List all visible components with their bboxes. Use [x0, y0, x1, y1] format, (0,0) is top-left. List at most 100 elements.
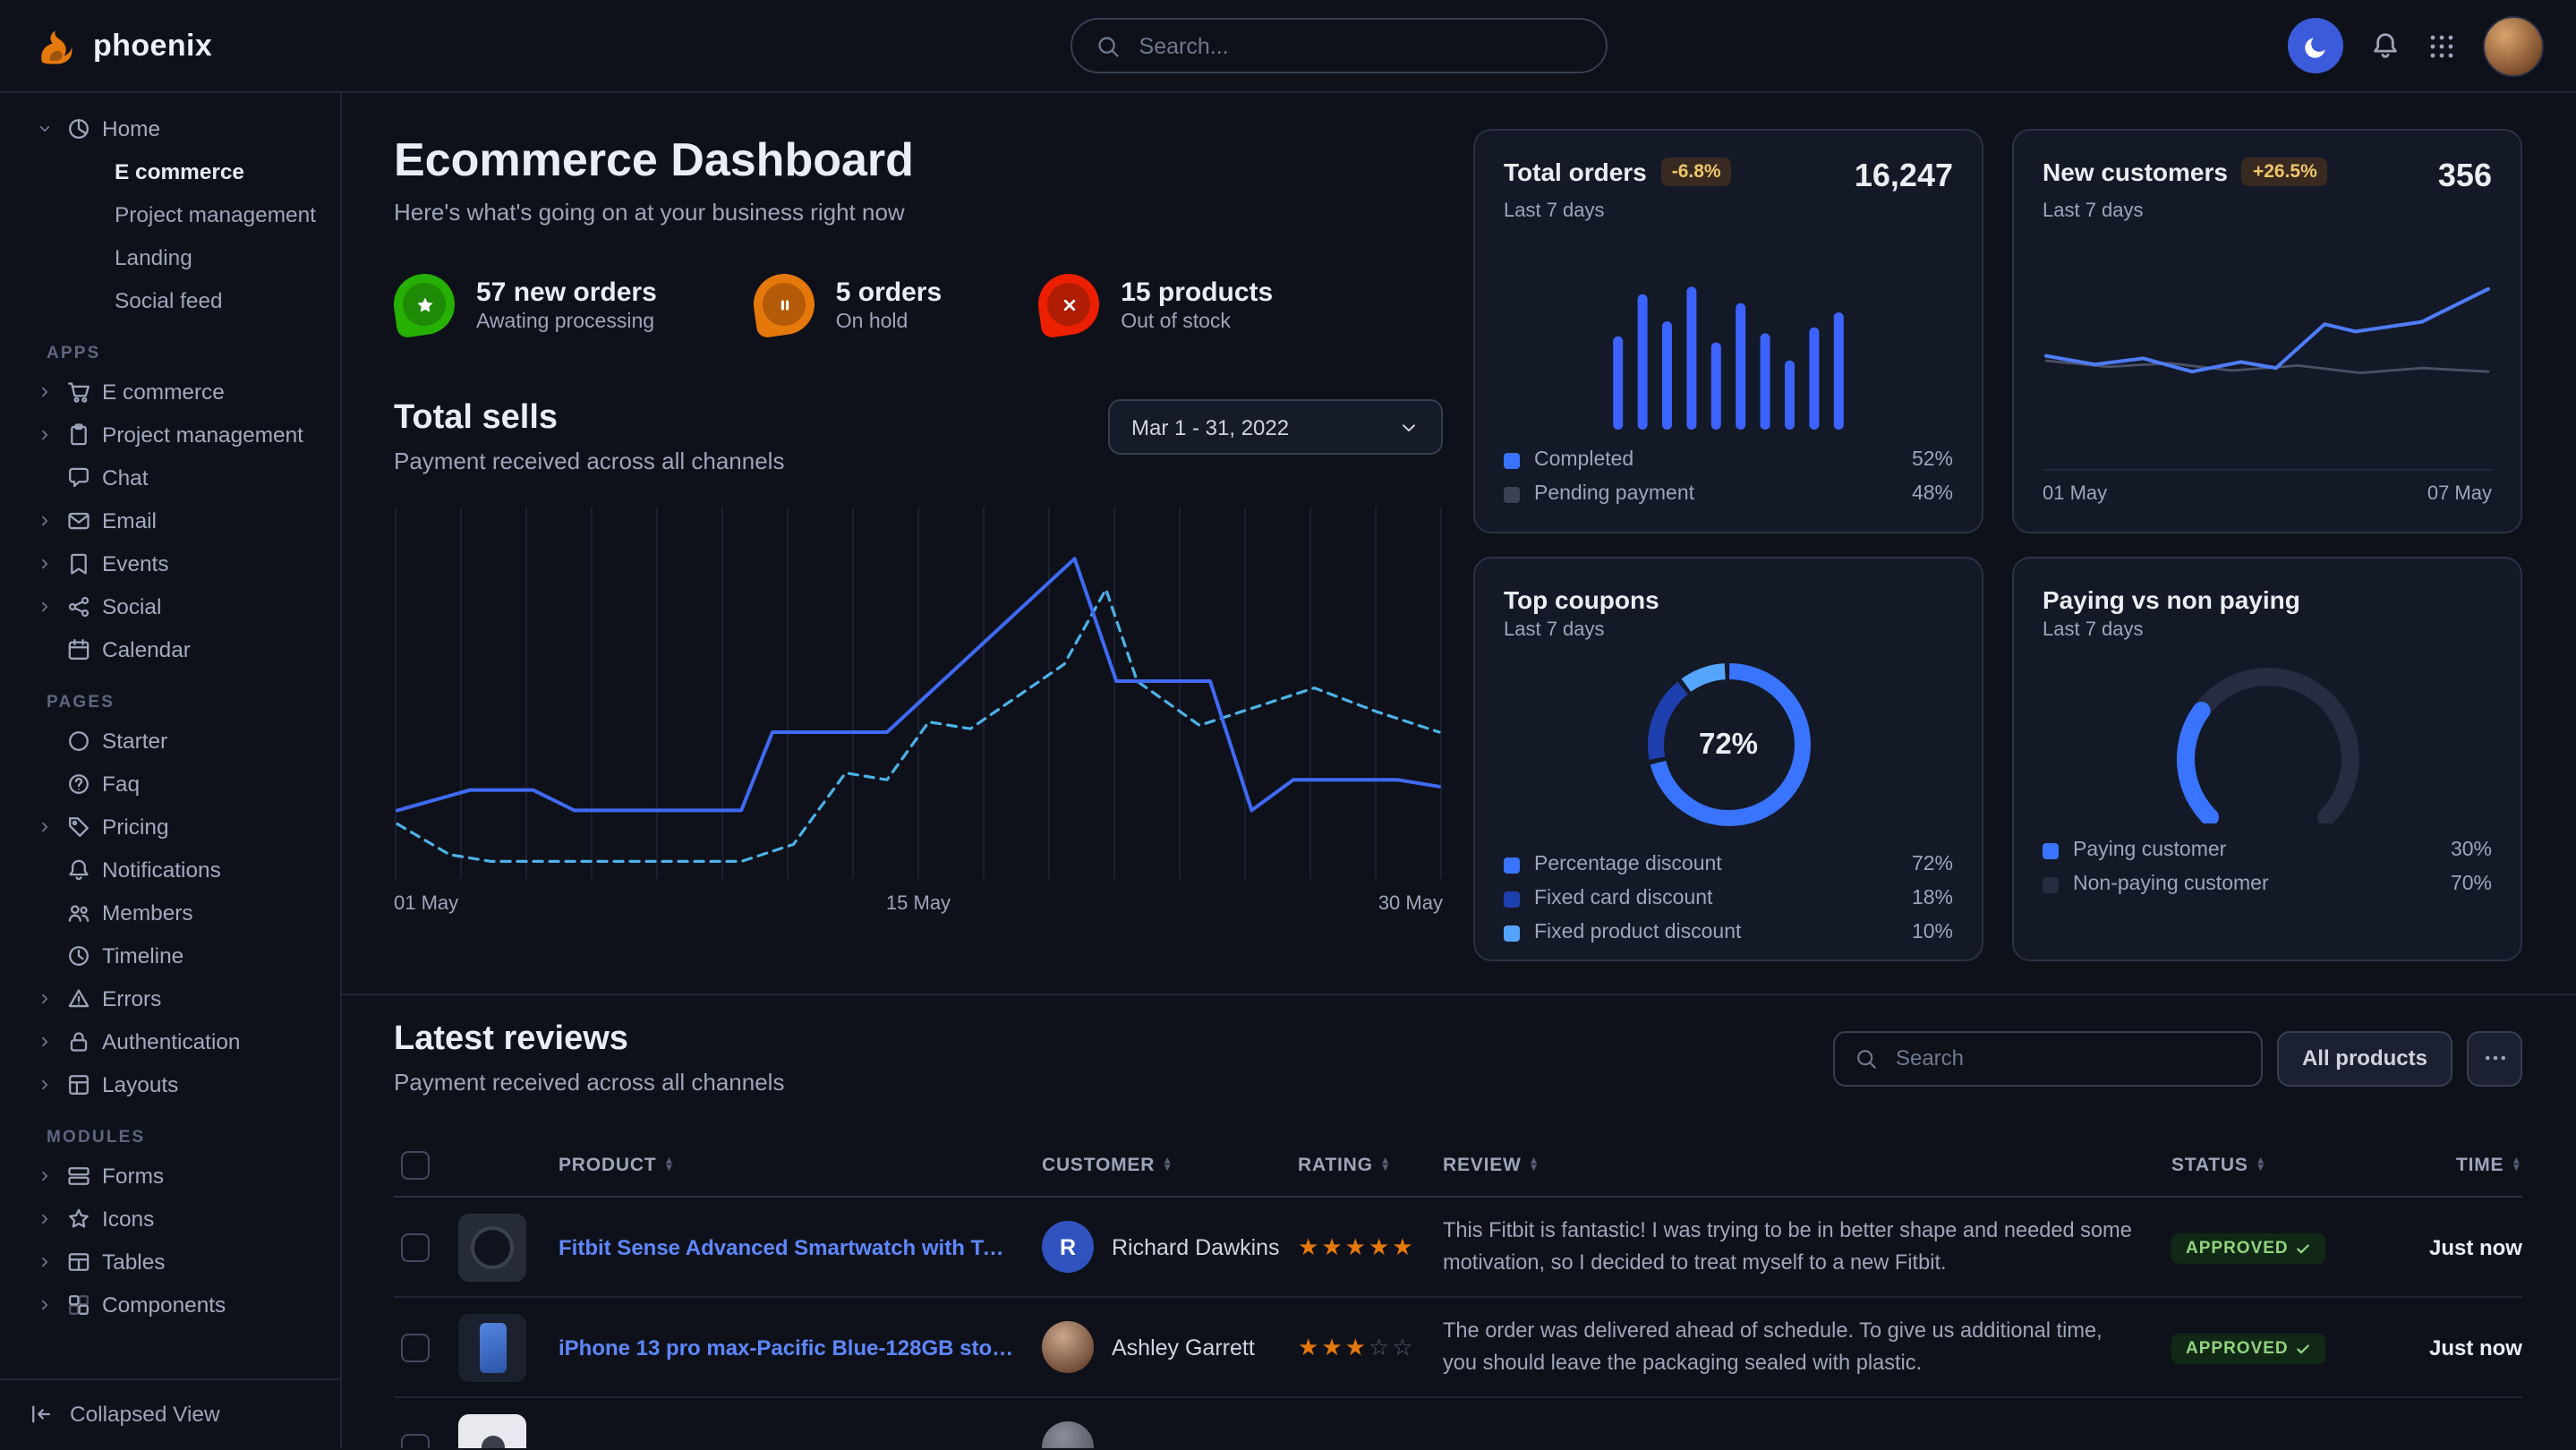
stat-value: 57 new orders	[476, 277, 657, 307]
sidebar-item-layouts[interactable]: Layouts	[0, 1063, 340, 1106]
caret-right-icon	[36, 1167, 54, 1185]
reviews-search-input[interactable]	[1892, 1044, 2241, 1072]
column-header-customer[interactable]: CUSTOMER▲▼	[1042, 1155, 1298, 1176]
sidebar-item-email[interactable]: Email	[0, 499, 340, 542]
sidebar-item-project-management[interactable]: Project management	[0, 414, 340, 456]
product-link[interactable]: Fitbit Sense Advanced Smartwatch with To…	[559, 1234, 1042, 1259]
total-sells-title: Total sells	[394, 399, 784, 439]
sidebar-item-landing[interactable]: Landing	[0, 236, 340, 279]
top-navbar: phoenix	[0, 0, 2576, 93]
stat-caption: On hold	[836, 311, 942, 332]
more-options-button[interactable]	[2467, 1030, 2522, 1086]
sidebar-item-chat[interactable]: Chat	[0, 456, 340, 499]
kpi-cards: Total orders -6.8% 16,247 Last 7 days Co…	[1473, 129, 2522, 994]
collapsed-view-label: Collapsed View	[70, 1402, 220, 1427]
legend-value: 70%	[2451, 874, 2492, 895]
stat-blob	[1035, 270, 1104, 339]
x-axis-labels: 01 May 15 May 30 May	[394, 893, 1443, 915]
avatar: R	[1042, 1221, 1094, 1273]
stat-caption: Out of stock	[1121, 311, 1273, 332]
legend-label: Percentage discount	[1534, 854, 1722, 875]
sidebar-item-e-commerce[interactable]: E commerce	[0, 150, 340, 193]
check-icon	[2296, 1241, 2312, 1257]
legend-swatch	[1504, 452, 1520, 468]
page-subtitle: Here's what's going on at your business …	[394, 199, 1443, 226]
bookmark-icon	[64, 551, 91, 576]
sidebar-item-icons[interactable]: Icons	[0, 1198, 340, 1241]
collapsed-view-toggle[interactable]: Collapsed View	[0, 1378, 340, 1448]
star-empty-icon: ☆	[1392, 1333, 1415, 1360]
sidebar-item-label: Chat	[102, 465, 149, 490]
user-avatar[interactable]	[2483, 15, 2544, 76]
card-period: Last 7 days	[2043, 200, 2492, 222]
sidebar-section-label: PAGES	[47, 693, 340, 712]
sidebar-item-label: Layouts	[102, 1072, 178, 1097]
theme-toggle-button[interactable]	[2288, 18, 2343, 73]
top-coupons-legend: Percentage discount72%Fixed card discoun…	[1504, 841, 1953, 943]
legend-label: Pending payment	[1534, 483, 1694, 505]
apps-menu-button[interactable]	[2427, 31, 2456, 60]
legend-label: Fixed card discount	[1534, 888, 1712, 909]
all-products-button[interactable]: All products	[2277, 1030, 2452, 1086]
row-checkbox[interactable]	[401, 1232, 430, 1261]
sidebar-item-events[interactable]: Events	[0, 542, 340, 585]
sidebar-item-label: Errors	[102, 986, 161, 1011]
sidebar-item-label: E commerce	[102, 380, 225, 405]
column-header-time[interactable]: TIME▲▼	[2386, 1155, 2522, 1176]
global-search-input[interactable]	[1136, 31, 1583, 60]
sidebar-item-social-feed[interactable]: Social feed	[0, 279, 340, 322]
sidebar-item-tables[interactable]: Tables	[0, 1241, 340, 1284]
form-icon	[64, 1164, 91, 1189]
product-link[interactable]: iPhone 13 pro max-Pacific Blue-128GB sto…	[559, 1335, 1042, 1360]
sidebar-item-home[interactable]: Home	[0, 107, 340, 150]
card-title: New customers	[2043, 158, 2228, 186]
layout-icon	[64, 1072, 91, 1097]
column-header-rating[interactable]: RATING▲▼	[1298, 1155, 1443, 1176]
sidebar-item-members[interactable]: Members	[0, 891, 340, 934]
sidebar-item-notifications[interactable]: Notifications	[0, 849, 340, 891]
column-header-product[interactable]: PRODUCT▲▼	[559, 1155, 1042, 1176]
trend-badge: +26.5%	[2242, 158, 2328, 186]
sidebar-item-label: Email	[102, 508, 157, 533]
row-checkbox[interactable]	[401, 1433, 430, 1448]
sidebar-item-forms[interactable]: Forms	[0, 1155, 340, 1198]
sidebar-item-social[interactable]: Social	[0, 585, 340, 628]
sidebar-item-errors[interactable]: Errors	[0, 977, 340, 1020]
column-label: TIME	[2456, 1155, 2503, 1176]
sidebar-item-authentication[interactable]: Authentication	[0, 1020, 340, 1063]
select-all-checkbox[interactable]	[401, 1151, 430, 1180]
caret-right-icon	[36, 1033, 54, 1051]
row-checkbox[interactable]	[401, 1333, 430, 1361]
column-label: CUSTOMER	[1042, 1155, 1155, 1176]
legend-value: 10%	[1912, 922, 1953, 943]
column-header-status[interactable]: STATUS▲▼	[2171, 1155, 2386, 1176]
card-period: Last 7 days	[1504, 200, 1953, 222]
sidebar-item-label: Social	[102, 594, 161, 619]
sidebar-item-project-management[interactable]: Project management	[0, 193, 340, 236]
sidebar-item-pricing[interactable]: Pricing	[0, 806, 340, 849]
sidebar-item-calendar[interactable]: Calendar	[0, 628, 340, 671]
users-icon	[64, 900, 91, 925]
notifications-button[interactable]	[2370, 30, 2401, 61]
sidebar-item-components[interactable]: Components	[0, 1284, 340, 1326]
caret-right-icon	[36, 512, 54, 530]
iconstar-icon	[64, 1207, 91, 1232]
rating-stars: ★★★★★	[1298, 1232, 1443, 1261]
sidebar-item-e-commerce[interactable]: E commerce	[0, 371, 340, 414]
legend-value: 30%	[2451, 840, 2492, 861]
sidebar-item-starter[interactable]: Starter	[0, 720, 340, 763]
legend-value: 52%	[1912, 449, 1953, 471]
column-header-review[interactable]: REVIEW▲▼	[1443, 1155, 2171, 1176]
sidebar-item-faq[interactable]: Faq	[0, 763, 340, 806]
review-text: This Fitbit is fantastic! I was trying t…	[1443, 1216, 2171, 1277]
brand-logo[interactable]: phoenix	[32, 22, 212, 69]
legend-item: Paying customer 30%	[2043, 840, 2492, 861]
legend-item: Non-paying customer70%	[2043, 874, 2492, 895]
legend-label: Paying customer	[2073, 840, 2226, 861]
trend-badge: -6.8%	[1661, 158, 1732, 186]
grid-icon	[2427, 31, 2456, 60]
sidebar-item-timeline[interactable]: Timeline	[0, 934, 340, 977]
x-label: 01 May	[2043, 483, 2107, 505]
sidebar-item-label: Notifications	[102, 857, 221, 883]
date-range-select[interactable]: Mar 1 - 31, 2022	[1108, 399, 1443, 455]
